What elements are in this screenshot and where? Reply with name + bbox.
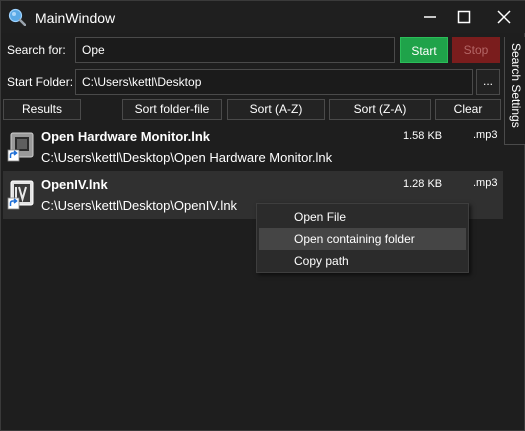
stop-button[interactable]: Stop	[452, 37, 500, 63]
file-name: Open Hardware Monitor.lnk	[41, 129, 211, 144]
search-label: Search for:	[7, 43, 66, 57]
close-icon	[497, 10, 511, 24]
results-button[interactable]: Results	[3, 99, 81, 120]
search-input[interactable]: Ope	[75, 37, 395, 63]
search-settings-tab-label: Search Settings	[509, 43, 523, 128]
file-size: 1.58 KB	[403, 130, 443, 142]
context-menu: Open File Open containing folder Copy pa…	[256, 203, 469, 273]
minimize-button[interactable]	[413, 1, 447, 33]
maximize-button[interactable]	[447, 1, 481, 33]
start-folder-input[interactable]: C:\Users\kettl\Desktop	[75, 69, 473, 95]
minimize-icon	[424, 16, 436, 18]
close-button[interactable]	[487, 1, 521, 33]
openiv-shortcut-icon	[7, 178, 35, 212]
search-settings-tab[interactable]: Search Settings	[504, 37, 525, 145]
results-list[interactable]: Open Hardware Monitor.lnk C:\Users\kettl…	[3, 121, 503, 429]
file-name: OpenIV.lnk	[41, 177, 108, 192]
sort-za-button[interactable]: Sort (Z-A)	[329, 99, 431, 120]
file-extension: .mp3	[473, 177, 498, 189]
menu-item-copy-path[interactable]: Copy path	[259, 250, 466, 272]
file-size: 1.28 KB	[403, 178, 443, 190]
file-path: C:\Users\kettl\Desktop\OpenIV.lnk	[41, 198, 238, 213]
start-button[interactable]: Start	[400, 37, 448, 63]
sort-folder-file-button[interactable]: Sort folder-file	[122, 99, 222, 120]
menu-item-open-containing-folder[interactable]: Open containing folder	[259, 228, 466, 250]
list-item[interactable]: Open Hardware Monitor.lnk C:\Users\kettl…	[3, 123, 503, 171]
browse-button[interactable]: ...	[476, 69, 500, 95]
title-bar[interactable]: MainWindow	[1, 1, 525, 33]
clear-button[interactable]: Clear	[435, 99, 501, 120]
main-window: MainWindow Search for: Ope Start Stop St…	[0, 0, 525, 431]
file-extension: .mp3	[473, 129, 498, 141]
window-title: MainWindow	[35, 10, 116, 26]
sort-az-button[interactable]: Sort (A-Z)	[227, 99, 325, 120]
start-folder-label: Start Folder:	[7, 75, 74, 89]
maximize-icon	[457, 10, 471, 24]
magnifier-app-icon	[8, 8, 27, 27]
file-path: C:\Users\kettl\Desktop\Open Hardware Mon…	[41, 150, 333, 165]
shortcut-icon	[7, 130, 35, 164]
menu-item-open-file[interactable]: Open File	[259, 206, 466, 228]
